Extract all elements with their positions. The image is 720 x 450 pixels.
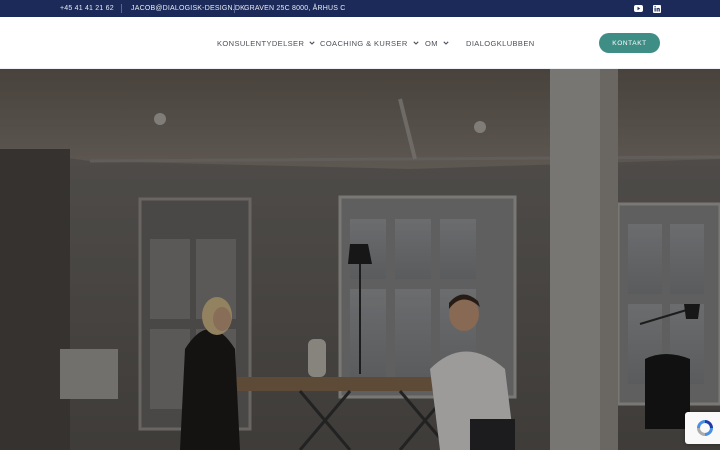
- nav-item-label: KONSULENTYDELSER: [217, 38, 305, 48]
- chevron-down-icon: [413, 41, 419, 45]
- recaptcha-badge[interactable]: [685, 412, 720, 444]
- nav-item-label: COACHING & KURSER: [320, 38, 408, 48]
- nav-item-label: DIALOGKLUBBEN: [466, 38, 535, 48]
- phone-link[interactable]: +45 41 41 21 62: [60, 0, 114, 17]
- top-bar: +45 41 41 21 62 JACOB@DIALOGISK-DESIGN.D…: [0, 0, 720, 17]
- email-link[interactable]: JACOB@DIALOGISK-DESIGN.DK: [131, 0, 245, 17]
- office-meeting-photo: [0, 69, 720, 450]
- chevron-down-icon: [309, 41, 315, 45]
- kontakt-button[interactable]: KONTAKT: [599, 33, 660, 53]
- divider: [234, 4, 235, 13]
- main-header: KONSULENTYDELSER COACHING & KURSER OM DI…: [0, 17, 720, 69]
- hero-image: [0, 69, 720, 450]
- nav-item-label: OM: [425, 38, 438, 48]
- nav-item-om[interactable]: OM: [425, 17, 449, 69]
- address-text: GRAVEN 25C 8000, ÅRHUS C: [244, 5, 346, 12]
- recaptcha-icon: [697, 420, 713, 436]
- nav-item-coaching-kurser[interactable]: COACHING & KURSER: [320, 17, 419, 69]
- linkedin-icon[interactable]: [652, 4, 662, 13]
- nav-item-konsulentydelser[interactable]: KONSULENTYDELSER: [217, 17, 315, 69]
- youtube-icon[interactable]: [633, 4, 643, 13]
- nav-item-dialogklubben[interactable]: DIALOGKLUBBEN: [466, 17, 535, 69]
- divider: [121, 4, 122, 13]
- chevron-down-icon: [443, 41, 449, 45]
